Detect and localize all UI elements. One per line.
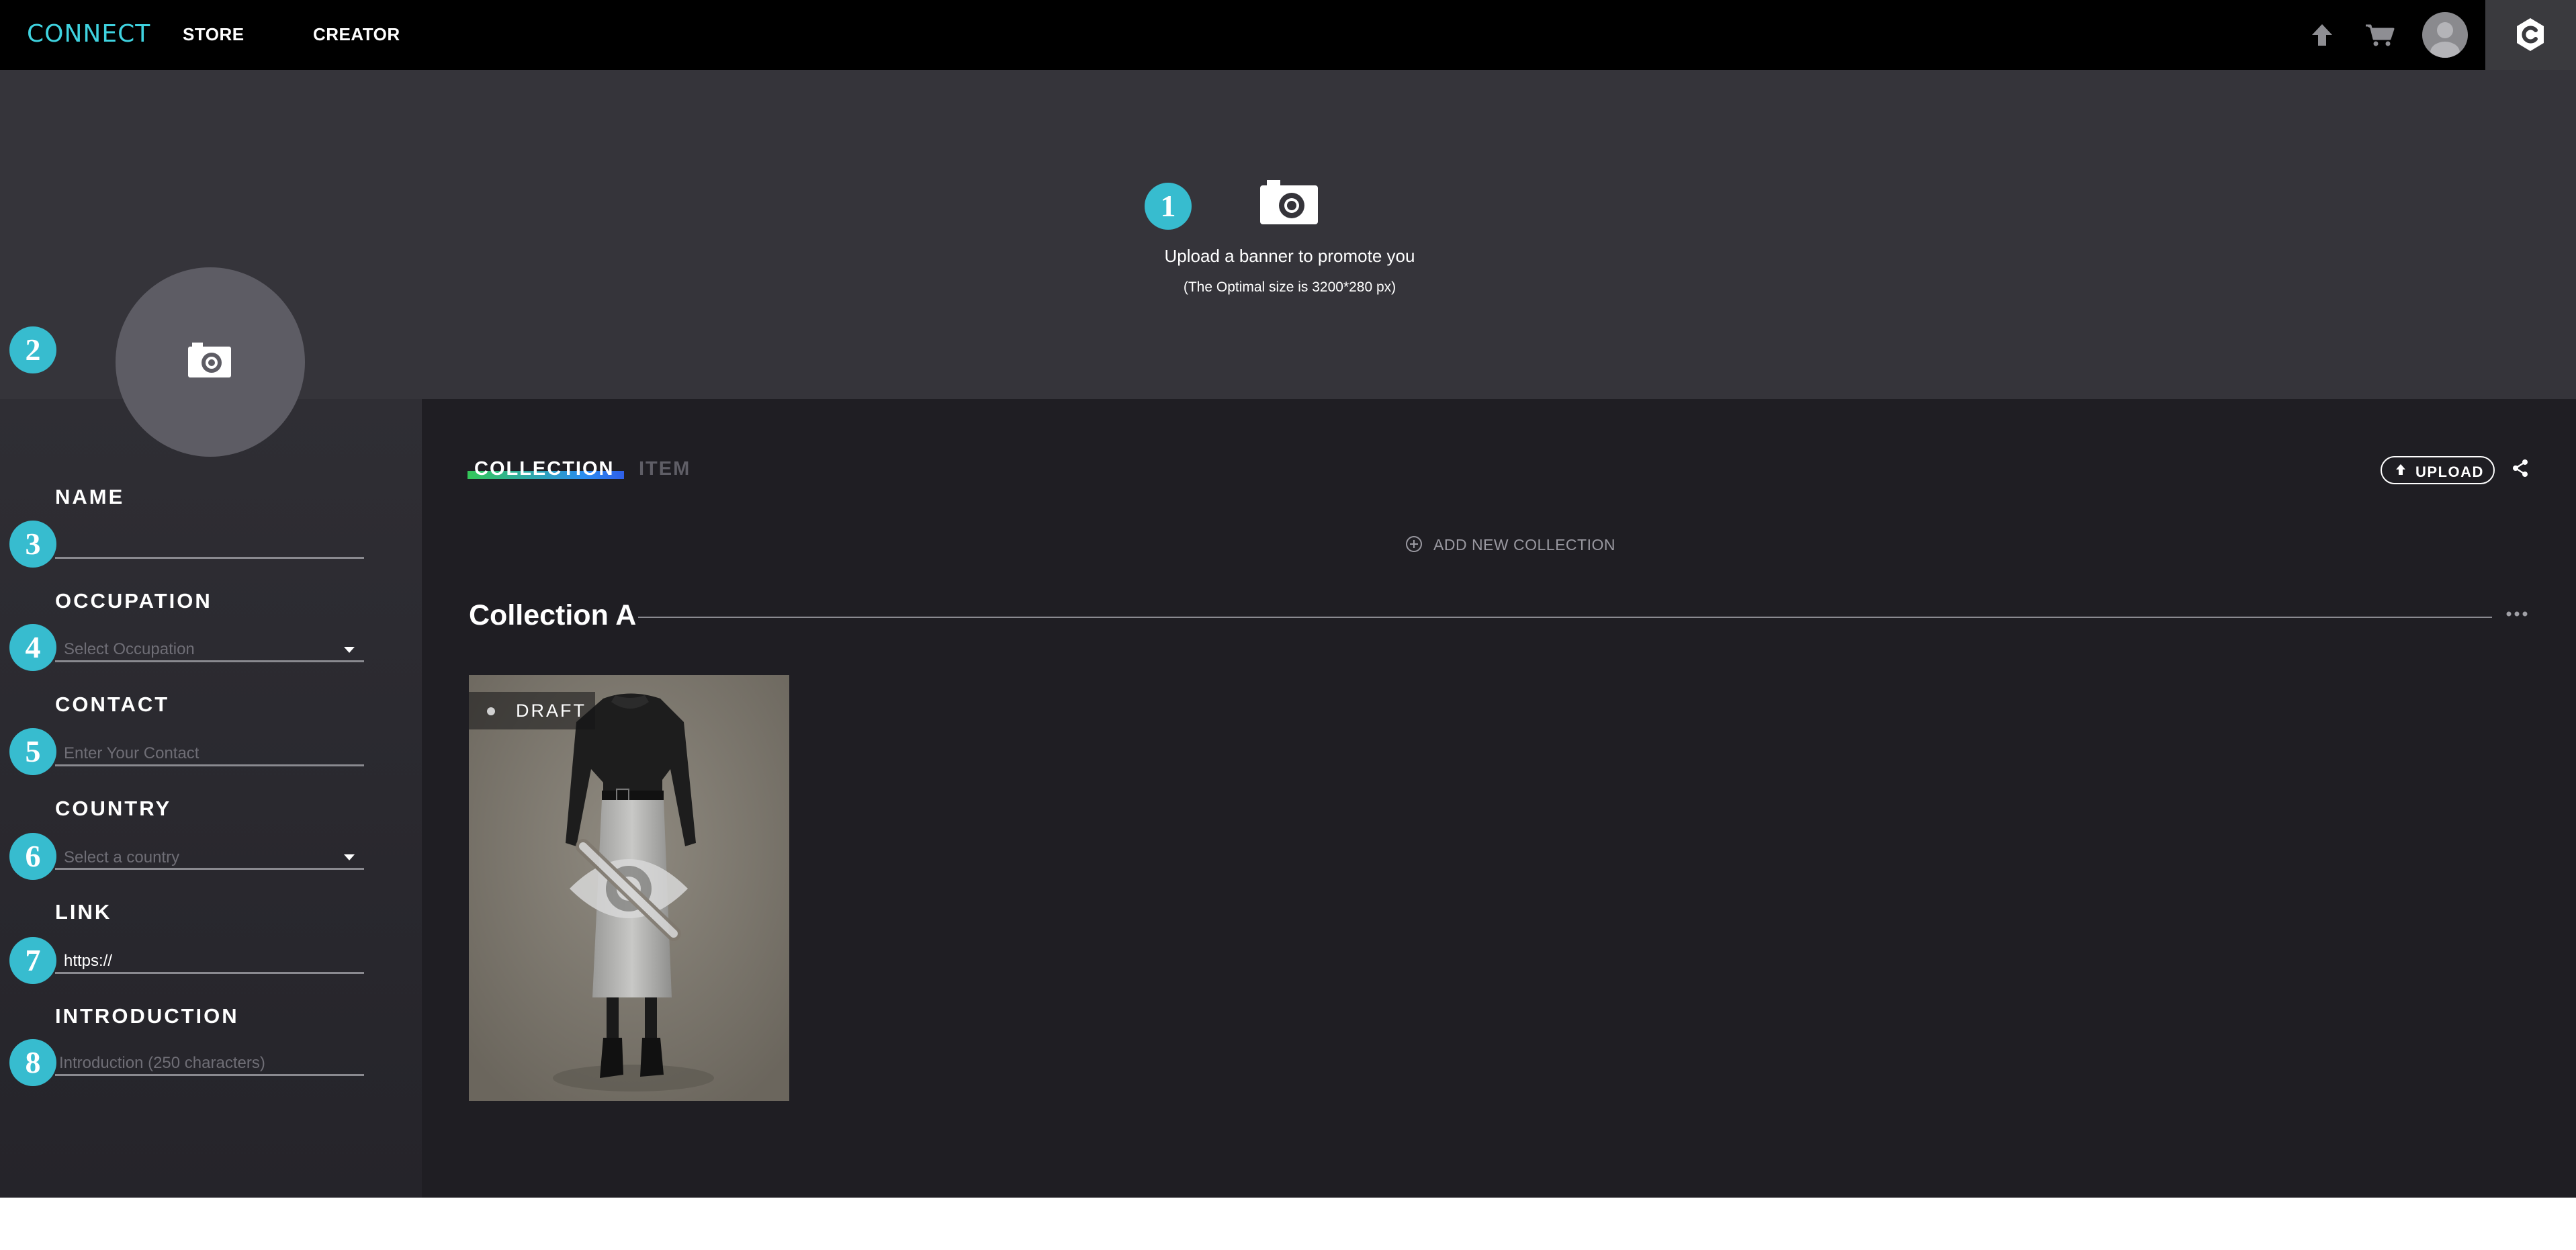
collection-divider <box>638 617 2492 618</box>
nav-store[interactable]: STORE <box>183 24 245 45</box>
cart-icon[interactable] <box>2362 16 2399 54</box>
country-label: COUNTRY <box>55 797 172 820</box>
banner-title: Upload a banner to promote you <box>1164 246 1415 266</box>
country-select[interactable]: Select a country <box>64 848 179 867</box>
status-label: DRAFT <box>516 701 586 721</box>
upload-button[interactable]: UPLOAD <box>2381 456 2495 484</box>
step-badge-4: 4 <box>9 624 56 671</box>
step-badge-3: 3 <box>9 521 56 568</box>
introduction-underline <box>55 1074 364 1076</box>
occupation-label: OCCUPATION <box>55 589 212 613</box>
plus-circle-icon <box>1406 536 1422 552</box>
introduction-label: INTRODUCTION <box>55 1004 239 1028</box>
contact-label: CONTACT <box>55 693 170 716</box>
brand-hexagon-icon <box>2517 18 2544 51</box>
tab-item[interactable]: ITEM <box>639 458 691 480</box>
step-badge-2: 2 <box>9 326 56 373</box>
collection-item-card[interactable]: DRAFT <box>469 675 789 1101</box>
occupation-select[interactable]: Select Occupation <box>64 640 195 659</box>
status-badge: DRAFT <box>469 692 595 729</box>
banner-upload-area[interactable] <box>422 70 2576 399</box>
status-dot <box>487 707 495 715</box>
occupation-underline <box>55 660 364 662</box>
more-options-icon[interactable] <box>2505 609 2528 619</box>
link-underline <box>55 972 364 974</box>
top-nav: CONNECT STORE CREATOR <box>0 0 2576 70</box>
upload-button-label: UPLOAD <box>2415 463 2484 480</box>
introduction-input[interactable]: Introduction (250 characters) <box>59 1054 265 1073</box>
banner-subtitle: (The Optimal size is 3200*280 px) <box>1183 279 1396 295</box>
name-underline <box>55 557 364 559</box>
add-new-collection-label: ADD NEW COLLECTION <box>1433 536 1615 553</box>
step-badge-7: 7 <box>9 937 56 984</box>
upload-arrow-icon[interactable] <box>2308 16 2336 54</box>
brand-menu-button[interactable] <box>2485 0 2576 70</box>
share-icon[interactable] <box>2510 458 2530 478</box>
step-badge-1: 1 <box>1145 183 1192 230</box>
camera-icon[interactable] <box>1260 180 1318 224</box>
tab-collection[interactable]: COLLECTION <box>474 458 615 480</box>
avatar[interactable] <box>2422 12 2468 58</box>
link-input[interactable]: https:// <box>64 952 112 971</box>
name-label: NAME <box>55 485 125 508</box>
upload-arrow-icon <box>2396 464 2405 475</box>
app-window: CONNECT STORE CREATOR 1 Upload a banner … <box>0 0 2576 1198</box>
contact-underline <box>55 764 364 766</box>
camera-icon <box>188 343 231 377</box>
step-badge-6: 6 <box>9 833 56 880</box>
collection-title: Collection A <box>469 599 637 631</box>
chevron-down-icon[interactable] <box>344 647 355 653</box>
step-badge-5: 5 <box>9 728 56 775</box>
nav-creator[interactable]: CREATOR <box>313 24 400 45</box>
link-label: LINK <box>55 900 112 924</box>
contact-input[interactable]: Enter Your Contact <box>64 744 199 763</box>
connect-logo[interactable]: CONNECT <box>27 20 150 48</box>
step-badge-8: 8 <box>9 1039 56 1086</box>
country-underline <box>55 868 364 870</box>
chevron-down-icon[interactable] <box>344 854 355 860</box>
garment-thumbnail <box>469 675 789 1101</box>
